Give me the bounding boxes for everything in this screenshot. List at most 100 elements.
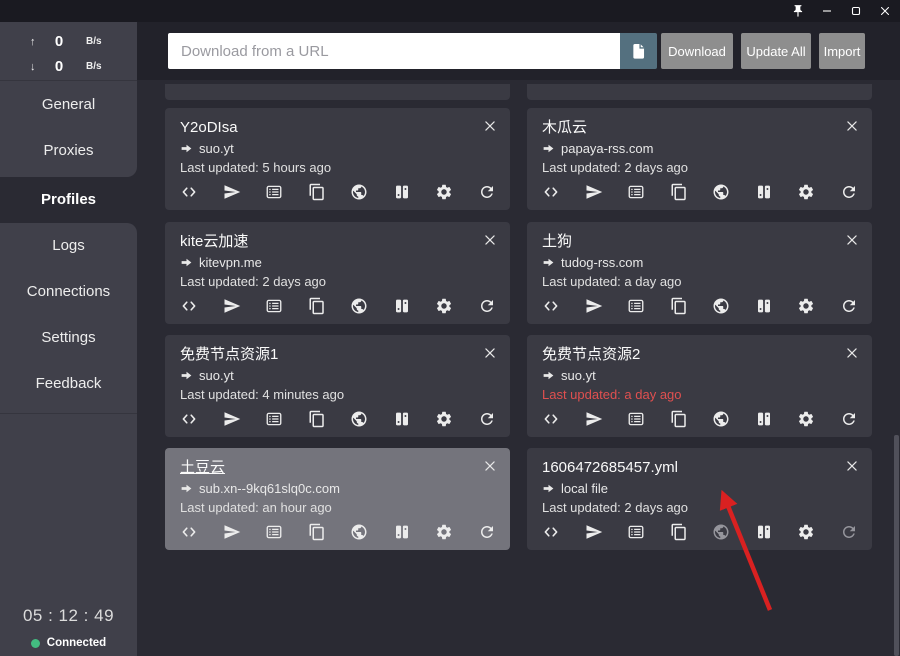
close-icon[interactable]: [845, 233, 859, 247]
code-icon[interactable]: [180, 410, 198, 428]
download-button[interactable]: Download: [661, 33, 733, 69]
close-icon[interactable]: [483, 459, 497, 473]
send-icon[interactable]: [223, 410, 241, 428]
close-icon[interactable]: [845, 346, 859, 360]
settings-icon[interactable]: [435, 410, 453, 428]
rules-icon[interactable]: [627, 523, 645, 541]
refresh-icon[interactable]: [840, 183, 858, 201]
settings-icon[interactable]: [435, 183, 453, 201]
scrollbar-thumb[interactable]: [894, 435, 899, 656]
profile-card-kite[interactable]: kite云加速 kitevpn.me Last updated: 2 days …: [165, 222, 510, 324]
send-icon[interactable]: [585, 183, 603, 201]
paste-button[interactable]: [620, 33, 657, 69]
copy-icon[interactable]: [308, 183, 326, 201]
switch-profile-icon[interactable]: [393, 297, 411, 315]
sidebar-item-settings[interactable]: Settings: [0, 315, 137, 361]
profile-card-free1[interactable]: 免费节点资源1 suo.yt Last updated: 4 minutes a…: [165, 335, 510, 437]
close-window-icon[interactable]: [878, 4, 892, 18]
sidebar-item-connections[interactable]: Connections: [0, 269, 137, 315]
settings-icon[interactable]: [797, 183, 815, 201]
send-icon[interactable]: [585, 297, 603, 315]
rules-icon[interactable]: [265, 410, 283, 428]
rules-icon[interactable]: [265, 183, 283, 201]
refresh-icon[interactable]: [478, 410, 496, 428]
switch-profile-icon[interactable]: [393, 410, 411, 428]
settings-icon[interactable]: [797, 523, 815, 541]
close-icon[interactable]: [483, 346, 497, 360]
copy-icon[interactable]: [308, 523, 326, 541]
send-icon[interactable]: [585, 410, 603, 428]
send-icon[interactable]: [223, 297, 241, 315]
pin-icon[interactable]: [791, 4, 805, 18]
rules-icon[interactable]: [627, 297, 645, 315]
code-icon[interactable]: [180, 183, 198, 201]
profile-card-y2odlsa[interactable]: Y2oDIsa suo.yt Last updated: 5 hours ago: [165, 108, 510, 210]
browser-icon[interactable]: [350, 297, 368, 315]
rules-icon[interactable]: [265, 297, 283, 315]
sidebar-item-feedback[interactable]: Feedback: [0, 361, 137, 407]
code-icon[interactable]: [542, 297, 560, 315]
browser-icon[interactable]: [712, 410, 730, 428]
switch-profile-icon[interactable]: [755, 183, 773, 201]
copy-icon[interactable]: [670, 183, 688, 201]
code-icon[interactable]: [180, 523, 198, 541]
browser-icon[interactable]: [350, 523, 368, 541]
refresh-icon[interactable]: [840, 297, 858, 315]
rules-icon[interactable]: [265, 523, 283, 541]
browser-icon[interactable]: [350, 183, 368, 201]
switch-profile-icon[interactable]: [755, 410, 773, 428]
url-input[interactable]: [168, 33, 620, 69]
profile-source: local file: [561, 481, 608, 496]
settings-icon[interactable]: [797, 410, 815, 428]
sidebar-item-proxies[interactable]: Proxies: [0, 128, 137, 174]
code-icon[interactable]: [542, 183, 560, 201]
switch-profile-icon[interactable]: [393, 183, 411, 201]
browser-icon[interactable]: [712, 183, 730, 201]
clipped-card: [527, 84, 872, 100]
update-all-button[interactable]: Update All: [741, 33, 811, 69]
sidebar-item-profiles[interactable]: Profiles: [0, 177, 137, 223]
profile-source: suo.yt: [561, 368, 596, 383]
rules-icon[interactable]: [627, 410, 645, 428]
close-icon[interactable]: [845, 119, 859, 133]
code-icon[interactable]: [542, 410, 560, 428]
rules-icon[interactable]: [627, 183, 645, 201]
sidebar-item-general[interactable]: General: [0, 82, 137, 128]
switch-profile-icon[interactable]: [755, 523, 773, 541]
copy-icon[interactable]: [308, 410, 326, 428]
code-icon[interactable]: [180, 297, 198, 315]
sidebar-item-logs[interactable]: Logs: [0, 223, 137, 269]
settings-icon[interactable]: [797, 297, 815, 315]
send-icon[interactable]: [223, 183, 241, 201]
profile-card-tudog[interactable]: 土狗 tudog-rss.com Last updated: a day ago: [527, 222, 872, 324]
close-icon[interactable]: [483, 233, 497, 247]
code-icon[interactable]: [542, 523, 560, 541]
minimize-icon[interactable]: [820, 4, 834, 18]
profile-updated: Last updated: 2 days ago: [180, 274, 327, 289]
settings-icon[interactable]: [435, 297, 453, 315]
maximize-icon[interactable]: [849, 4, 863, 18]
send-icon[interactable]: [223, 523, 241, 541]
copy-icon[interactable]: [670, 410, 688, 428]
switch-profile-icon[interactable]: [755, 297, 773, 315]
refresh-icon[interactable]: [478, 523, 496, 541]
profile-name: Y2oDIsa: [180, 119, 238, 136]
switch-profile-icon[interactable]: [393, 523, 411, 541]
refresh-icon[interactable]: [840, 410, 858, 428]
close-icon[interactable]: [483, 119, 497, 133]
refresh-icon[interactable]: [478, 297, 496, 315]
send-icon[interactable]: [585, 523, 603, 541]
profile-card-local-yml[interactable]: 1606472685457.yml local file Last update…: [527, 448, 872, 550]
import-button[interactable]: Import: [819, 33, 865, 69]
copy-icon[interactable]: [670, 297, 688, 315]
browser-icon[interactable]: [350, 410, 368, 428]
browser-icon[interactable]: [712, 297, 730, 315]
profile-card-free2[interactable]: 免费节点资源2 suo.yt Last updated: a day ago: [527, 335, 872, 437]
profile-card-tudou-selected[interactable]: 土豆云 sub.xn--9kq61slq0c.com Last updated:…: [165, 448, 510, 550]
refresh-icon[interactable]: [478, 183, 496, 201]
close-icon[interactable]: [845, 459, 859, 473]
profile-card-papaya[interactable]: 木瓜云 papaya-rss.com Last updated: 2 days …: [527, 108, 872, 210]
copy-icon[interactable]: [308, 297, 326, 315]
copy-icon[interactable]: [670, 523, 688, 541]
settings-icon[interactable]: [435, 523, 453, 541]
